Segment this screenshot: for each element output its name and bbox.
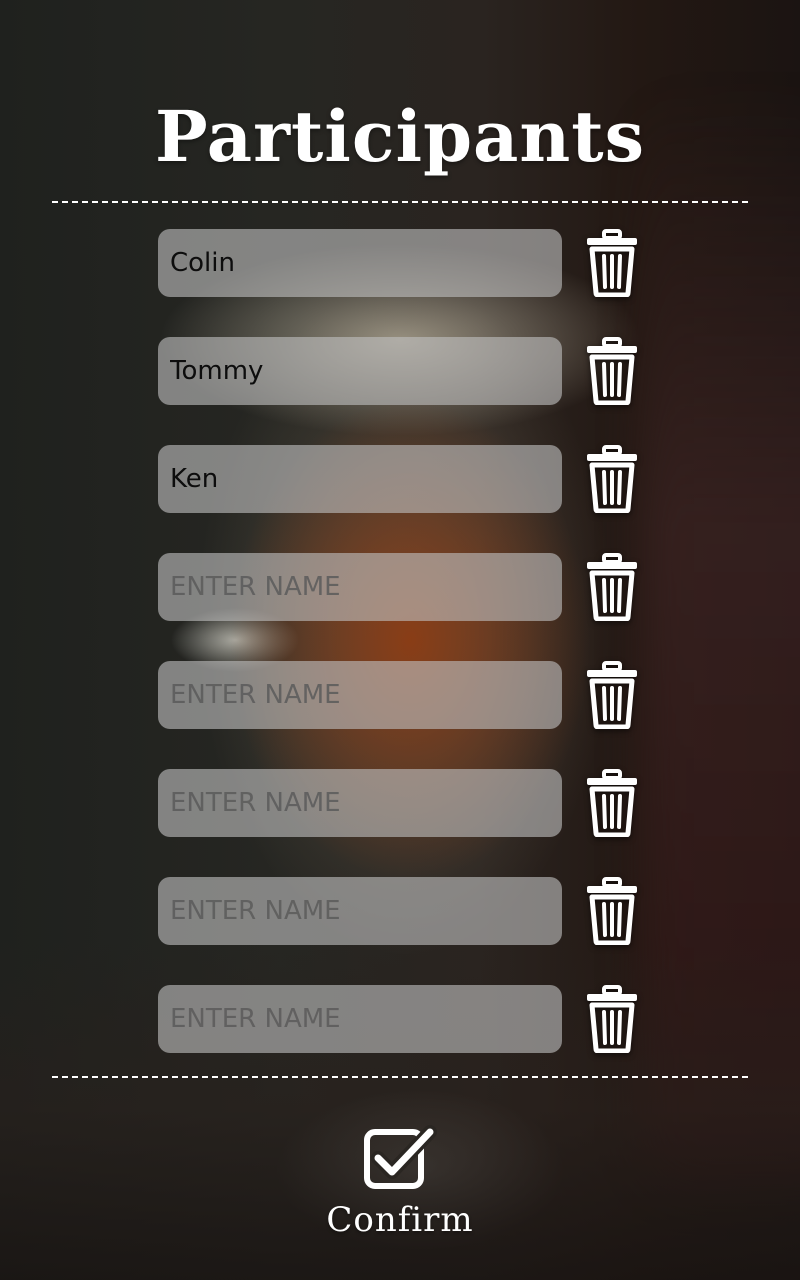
- trash-icon: [584, 985, 640, 1053]
- trash-icon: [584, 553, 640, 621]
- trash-icon: [584, 661, 640, 729]
- participant-name-input[interactable]: [158, 769, 562, 837]
- participant-row: [158, 229, 648, 297]
- participant-name-input[interactable]: [158, 229, 562, 297]
- participant-name-input[interactable]: [158, 553, 562, 621]
- confirm-label: Confirm: [326, 1200, 474, 1240]
- delete-participant-button[interactable]: [584, 661, 640, 729]
- participant-name-input[interactable]: [158, 337, 562, 405]
- participant-name-input[interactable]: [158, 445, 562, 513]
- participant-row: [158, 445, 648, 513]
- delete-participant-button[interactable]: [584, 445, 640, 513]
- top-divider: [52, 201, 748, 203]
- participant-name-input[interactable]: [158, 661, 562, 729]
- participant-row: [158, 553, 648, 621]
- trash-icon: [584, 229, 640, 297]
- delete-participant-button[interactable]: [584, 769, 640, 837]
- trash-icon: [584, 445, 640, 513]
- delete-participant-button[interactable]: [584, 985, 640, 1053]
- participant-row: [158, 769, 648, 837]
- delete-participant-button[interactable]: [584, 877, 640, 945]
- participant-name-input[interactable]: [158, 985, 562, 1053]
- delete-participant-button[interactable]: [584, 337, 640, 405]
- participant-name-input[interactable]: [158, 877, 562, 945]
- delete-participant-button[interactable]: [584, 553, 640, 621]
- page-title: Participants: [154, 94, 646, 178]
- confirm-button[interactable]: Confirm: [300, 1124, 500, 1254]
- participant-row: [158, 661, 648, 729]
- trash-icon: [584, 337, 640, 405]
- participant-row: [158, 985, 648, 1053]
- delete-participant-button[interactable]: [584, 229, 640, 297]
- participant-row: [158, 337, 648, 405]
- bottom-divider: [52, 1076, 748, 1078]
- participant-row: [158, 877, 648, 945]
- trash-icon: [584, 769, 640, 837]
- trash-icon: [584, 877, 640, 945]
- checkbox-check-icon: [362, 1124, 438, 1194]
- participants-list: [158, 229, 648, 1093]
